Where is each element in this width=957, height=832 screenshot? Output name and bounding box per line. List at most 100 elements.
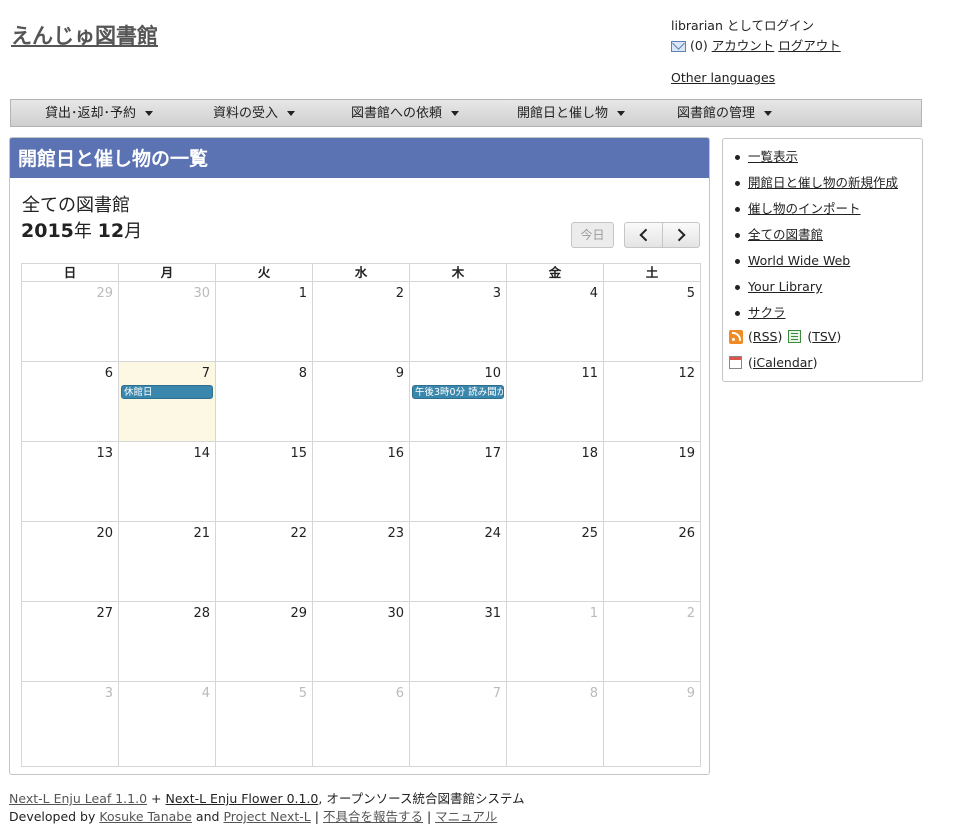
next-month-button[interactable]: [662, 222, 700, 248]
sidebar-link-list-view[interactable]: 一覧表示: [748, 149, 798, 164]
calendar-day-cell[interactable]: 11: [507, 362, 604, 442]
mail-icon[interactable]: [671, 40, 686, 52]
calendar-day-cell[interactable]: 5: [216, 682, 313, 766]
day-number[interactable]: 4: [590, 286, 598, 301]
calendar-day-cell[interactable]: 2: [313, 282, 410, 362]
calendar-day-cell[interactable]: 24: [410, 522, 507, 602]
calendar-day-cell[interactable]: 14: [119, 442, 216, 522]
day-number[interactable]: 17: [484, 446, 501, 461]
calendar-day-cell[interactable]: 28: [119, 602, 216, 682]
enju-flower-link[interactable]: Next-L Enju Flower 0.1.0: [165, 791, 318, 806]
logout-link[interactable]: ログアウト: [778, 36, 841, 56]
calendar-day-cell[interactable]: 13: [22, 442, 119, 522]
day-number[interactable]: 28: [193, 606, 210, 621]
calendar-day-cell[interactable]: 9: [604, 682, 700, 766]
sidebar-link-your-library[interactable]: Your Library: [748, 279, 822, 294]
calendar-day-cell[interactable]: 30: [313, 602, 410, 682]
calendar-event[interactable]: 午後3時0分 読み聞かせ会: [412, 385, 504, 399]
day-number[interactable]: 23: [387, 526, 404, 541]
day-number[interactable]: 19: [678, 446, 695, 461]
day-number[interactable]: 26: [678, 526, 695, 541]
rss-link[interactable]: RSS: [753, 329, 778, 344]
calendar-day-cell[interactable]: 6: [313, 682, 410, 766]
spreadsheet-icon[interactable]: [788, 330, 802, 343]
calendar-day-cell[interactable]: 10 午後3時0分 読み聞かせ会: [410, 362, 507, 442]
day-number[interactable]: 2: [687, 606, 695, 621]
calendar-day-cell[interactable]: 12: [604, 362, 700, 442]
calendar-day-cell[interactable]: 17: [410, 442, 507, 522]
calendar-day-cell[interactable]: 5: [604, 282, 700, 362]
author-link[interactable]: Kosuke Tanabe: [99, 809, 192, 824]
icalendar-link[interactable]: iCalendar: [753, 355, 813, 370]
day-number[interactable]: 18: [581, 446, 598, 461]
calendar-day-cell[interactable]: 8: [216, 362, 313, 442]
day-number[interactable]: 7: [493, 686, 501, 701]
day-number[interactable]: 15: [290, 446, 307, 461]
day-number[interactable]: 13: [96, 446, 113, 461]
day-number[interactable]: 7: [202, 366, 210, 381]
day-number[interactable]: 11: [581, 366, 598, 381]
calendar-day-cell[interactable]: 29: [216, 602, 313, 682]
sidebar-link-import[interactable]: 催し物のインポート: [748, 201, 861, 216]
day-number[interactable]: 1: [299, 286, 307, 301]
enju-leaf-link[interactable]: Next-L Enju Leaf 1.1.0: [9, 791, 147, 806]
calendar-day-cell[interactable]: 4: [507, 282, 604, 362]
calendar-day-cell[interactable]: 3: [410, 282, 507, 362]
calendar-day-cell[interactable]: 29: [22, 282, 119, 362]
day-number[interactable]: 31: [484, 606, 501, 621]
calendar-day-cell[interactable]: 23: [313, 522, 410, 602]
other-languages-link[interactable]: Other languages: [671, 70, 775, 85]
calendar-day-cell[interactable]: 25: [507, 522, 604, 602]
calendar-day-cell[interactable]: 1: [216, 282, 313, 362]
day-number[interactable]: 22: [290, 526, 307, 541]
report-bug-link[interactable]: 不具合を報告する: [323, 809, 423, 824]
day-number[interactable]: 12: [678, 366, 695, 381]
calendar-day-cell[interactable]: 7: [410, 682, 507, 766]
day-number[interactable]: 9: [396, 366, 404, 381]
calendar-day-cell[interactable]: 26: [604, 522, 700, 602]
calendar-icon[interactable]: [729, 356, 742, 369]
day-number[interactable]: 2: [396, 286, 404, 301]
calendar-day-cell[interactable]: 7 休館日: [119, 362, 216, 442]
day-number[interactable]: 30: [193, 286, 210, 301]
day-number[interactable]: 27: [96, 606, 113, 621]
day-number[interactable]: 14: [193, 446, 210, 461]
day-number[interactable]: 8: [299, 366, 307, 381]
site-title-link[interactable]: えんじゅ図書館: [11, 20, 158, 50]
day-number[interactable]: 24: [484, 526, 501, 541]
project-link[interactable]: Project Next-L: [223, 809, 310, 824]
menu-events[interactable]: 開館日と催し物: [517, 100, 626, 128]
calendar-event[interactable]: 休館日: [121, 385, 213, 399]
calendar-day-cell[interactable]: 30: [119, 282, 216, 362]
calendar-day-cell[interactable]: 2: [604, 602, 700, 682]
day-number[interactable]: 10: [484, 366, 501, 381]
calendar-day-cell[interactable]: 19: [604, 442, 700, 522]
day-number[interactable]: 5: [687, 286, 695, 301]
day-number[interactable]: 29: [290, 606, 307, 621]
day-number[interactable]: 25: [581, 526, 598, 541]
calendar-day-cell[interactable]: 20: [22, 522, 119, 602]
day-number[interactable]: 8: [590, 686, 598, 701]
calendar-day-cell[interactable]: 8: [507, 682, 604, 766]
menu-requests[interactable]: 図書館への依頼: [351, 100, 460, 128]
calendar-day-cell[interactable]: 9: [313, 362, 410, 442]
tsv-link[interactable]: TSV: [812, 329, 836, 344]
day-number[interactable]: 4: [202, 686, 210, 701]
day-number[interactable]: 3: [105, 686, 113, 701]
account-link[interactable]: アカウント: [712, 36, 775, 56]
menu-acquisition[interactable]: 資料の受入: [213, 100, 296, 128]
day-number[interactable]: 9: [687, 686, 695, 701]
day-number[interactable]: 6: [105, 366, 113, 381]
sidebar-link-all-libraries[interactable]: 全ての図書館: [748, 227, 823, 242]
calendar-day-cell[interactable]: 15: [216, 442, 313, 522]
day-number[interactable]: 1: [590, 606, 598, 621]
day-number[interactable]: 6: [396, 686, 404, 701]
today-button[interactable]: 今日: [571, 222, 614, 248]
menu-circulation[interactable]: 貸出･返却･予約: [45, 100, 154, 128]
calendar-day-cell[interactable]: 18: [507, 442, 604, 522]
day-number[interactable]: 29: [96, 286, 113, 301]
prev-month-button[interactable]: [624, 222, 663, 248]
calendar-day-cell[interactable]: 1: [507, 602, 604, 682]
sidebar-link-www[interactable]: World Wide Web: [748, 253, 850, 268]
calendar-day-cell[interactable]: 21: [119, 522, 216, 602]
